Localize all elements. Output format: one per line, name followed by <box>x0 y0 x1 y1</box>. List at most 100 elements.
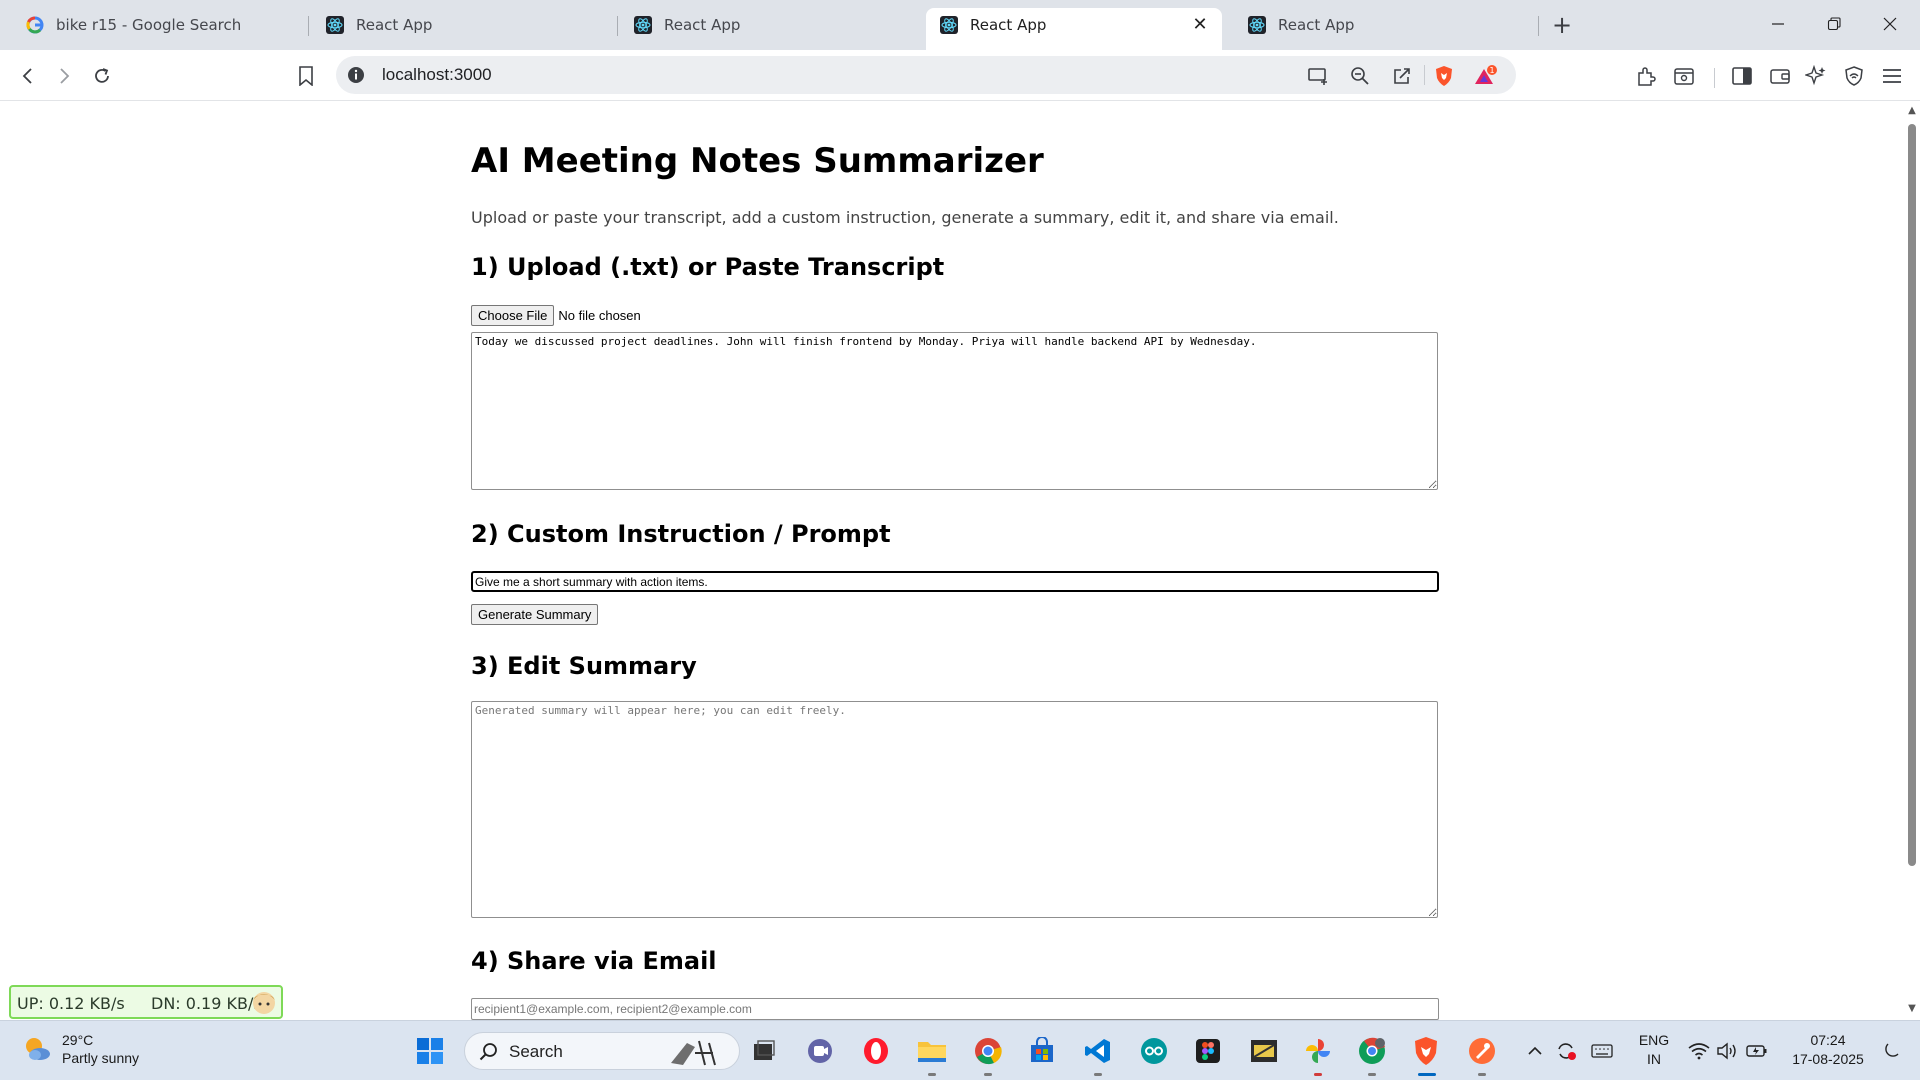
tab-react-app-4[interactable]: React App <box>1234 8 1530 42</box>
google-photos-icon[interactable] <box>1302 1035 1334 1067</box>
restore-button[interactable] <box>1806 0 1862 48</box>
section-edit-heading: 3) Edit Summary <box>471 652 697 680</box>
reload-button[interactable] <box>88 62 116 90</box>
puzzle-icon <box>1638 67 1656 86</box>
search-icon <box>479 1043 497 1061</box>
volume-icon[interactable] <box>1714 1035 1740 1067</box>
leo-ai-button[interactable] <box>1802 62 1830 90</box>
download-speed: DN: 0.19 KB/s <box>151 994 262 1013</box>
url-text[interactable]: localhost:3000 <box>382 65 492 85</box>
back-arrow-icon <box>22 68 32 84</box>
main-menu-button[interactable] <box>1878 62 1906 90</box>
opera-icon[interactable] <box>860 1035 892 1067</box>
section-prompt-heading: 2) Custom Instruction / Prompt <box>471 520 891 548</box>
scroll-down-arrow-icon[interactable]: ▼ <box>1907 1004 1917 1014</box>
windows-taskbar: 29°C Partly sunny Search ENG IN 07:24 17… <box>0 1020 1920 1080</box>
page-scrollbar[interactable]: ▲ ▼ <box>1904 101 1920 1020</box>
wallet-icon <box>1770 69 1790 84</box>
mascot-icon <box>249 988 279 1016</box>
transcript-textarea[interactable]: Today we discussed project deadlines. Jo… <box>471 332 1438 490</box>
react-icon <box>1248 16 1266 34</box>
restore-icon <box>1827 17 1841 31</box>
cast-icon[interactable] <box>1306 64 1330 88</box>
chrome-icon[interactable] <box>972 1035 1004 1067</box>
web-page: AI Meeting Notes Summarizer Upload or pa… <box>0 101 1904 1020</box>
minimize-button[interactable] <box>1750 0 1806 48</box>
new-tab-button[interactable]: + <box>1548 11 1576 39</box>
sparkle-icon <box>1805 65 1826 86</box>
figma-icon[interactable] <box>1192 1035 1224 1067</box>
file-explorer-icon[interactable] <box>916 1035 948 1067</box>
taskbar-search[interactable]: Search <box>464 1032 740 1070</box>
clock-date: 17-08-2025 <box>1792 1051 1864 1067</box>
sidebar-icon <box>1732 67 1752 85</box>
brave-rewards-icon[interactable]: 1 <box>1474 64 1498 88</box>
prompt-input[interactable] <box>471 571 1439 592</box>
share-icon[interactable] <box>1390 64 1414 88</box>
teams-chat-icon[interactable] <box>804 1035 836 1067</box>
tab-react-app-active[interactable]: React App ✕ <box>926 8 1222 50</box>
tab-react-app-1[interactable]: React App <box>312 8 608 42</box>
tab-title: React App <box>356 16 433 34</box>
zoom-icon[interactable] <box>1348 64 1372 88</box>
battery-icon[interactable] <box>1744 1035 1770 1067</box>
section-email-heading: 4) Share via Email <box>471 947 717 975</box>
address-bar[interactable]: localhost:3000 1 <box>336 56 1516 94</box>
section-upload-heading: 1) Upload (.txt) or Paste Transcript <box>471 253 945 281</box>
page-title: AI Meeting Notes Summarizer <box>471 141 1044 181</box>
vmware-icon[interactable] <box>1248 1035 1280 1067</box>
bookmark-button[interactable] <box>292 62 320 90</box>
microsoft-store-icon[interactable] <box>1026 1035 1058 1067</box>
site-info-icon[interactable] <box>346 65 366 85</box>
tab-strip: bike r15 - Google Search React App React… <box>0 0 1920 50</box>
scroll-up-arrow-icon[interactable]: ▲ <box>1907 106 1917 116</box>
generate-summary-button[interactable]: Generate Summary <box>471 604 599 625</box>
tab-title: React App <box>970 16 1047 34</box>
task-view-icon[interactable] <box>748 1035 780 1067</box>
vpn-button[interactable] <box>1840 62 1868 90</box>
forward-arrow-icon <box>60 68 70 84</box>
reading-list-button[interactable] <box>1670 62 1698 90</box>
clock[interactable]: 07:24 17-08-2025 <box>1786 1031 1870 1069</box>
hamburger-menu-icon <box>1883 69 1901 83</box>
tab-google-search[interactable]: bike r15 - Google Search <box>12 8 308 42</box>
upload-speed: UP: 0.12 KB/s <box>17 994 125 1013</box>
summary-textarea[interactable] <box>471 701 1438 918</box>
file-upload: Choose File No file chosen <box>471 305 641 326</box>
notifications-icon[interactable] <box>1878 1035 1904 1067</box>
lang-line2: IN <box>1647 1051 1661 1067</box>
network-speed-meter[interactable]: UP: 0.12 KB/s DN: 0.19 KB/s <box>9 985 283 1019</box>
sync-icon[interactable] <box>1554 1035 1578 1067</box>
weather-widget[interactable]: 29°C Partly sunny <box>22 1031 139 1067</box>
brave-browser-icon[interactable] <box>1410 1035 1442 1067</box>
tab-title: bike r15 - Google Search <box>56 16 242 34</box>
brave-shields-icon[interactable] <box>1432 64 1456 88</box>
vscode-icon[interactable] <box>1082 1035 1114 1067</box>
show-hidden-icons-chevron-icon[interactable] <box>1524 1035 1546 1067</box>
arduino-icon[interactable] <box>1138 1035 1170 1067</box>
clock-time: 07:24 <box>1810 1032 1846 1048</box>
wallet-button[interactable] <box>1766 62 1794 90</box>
partly-sunny-icon <box>26 1038 50 1060</box>
tab-search-icon <box>1674 68 1694 85</box>
back-button[interactable] <box>14 62 42 90</box>
language-indicator[interactable]: ENG IN <box>1632 1031 1676 1069</box>
close-window-button[interactable] <box>1862 0 1918 48</box>
scrollbar-thumb[interactable] <box>1908 124 1916 866</box>
wifi-icon[interactable] <box>1686 1035 1712 1067</box>
email-recipients-input[interactable] <box>471 998 1439 1020</box>
close-icon <box>1883 17 1897 31</box>
tab-react-app-2[interactable]: React App <box>620 8 916 42</box>
forward-button[interactable] <box>50 62 78 90</box>
keyboard-icon[interactable] <box>1590 1035 1614 1067</box>
minimize-icon <box>1772 23 1784 25</box>
postman-icon[interactable] <box>1466 1035 1498 1067</box>
vpn-shield-icon <box>1845 66 1863 86</box>
extensions-button[interactable] <box>1632 62 1660 90</box>
chrome-profile-icon[interactable] <box>1356 1035 1388 1067</box>
choose-file-button[interactable]: Choose File <box>471 305 555 326</box>
start-button[interactable] <box>414 1035 446 1067</box>
windows-logo-icon <box>417 1038 443 1064</box>
sidebar-button[interactable] <box>1728 62 1756 90</box>
close-tab-icon[interactable]: ✕ <box>1190 15 1210 35</box>
